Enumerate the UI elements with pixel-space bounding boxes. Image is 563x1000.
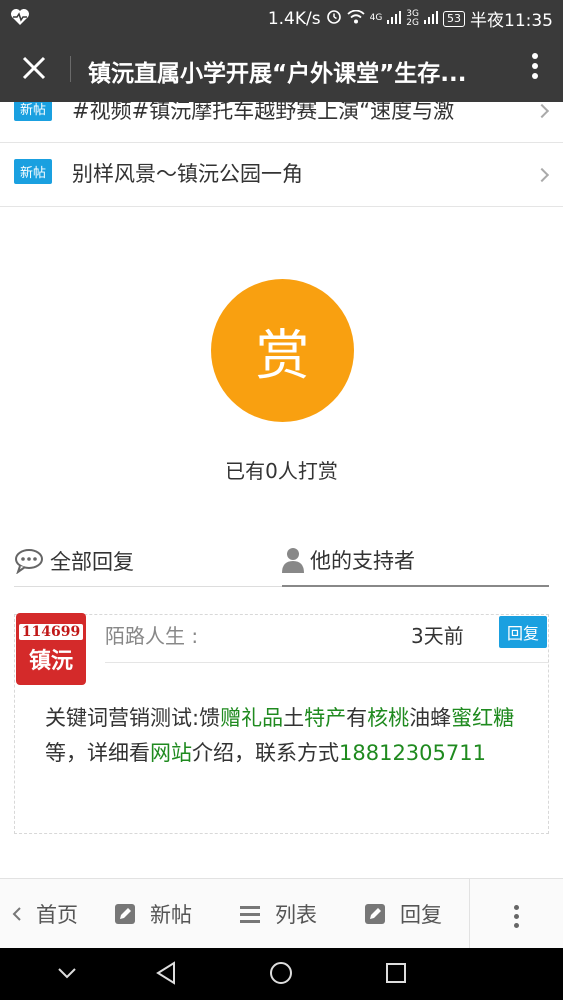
header-divider [70, 56, 71, 82]
content-link[interactable]: 网站 [150, 741, 192, 765]
chevron-right-icon [534, 167, 550, 183]
battery-icon: 53 [443, 10, 465, 27]
avatar[interactable]: 114699 镇沅 [16, 613, 86, 685]
content-link[interactable]: 蜜红糖 [451, 706, 514, 730]
home-icon[interactable] [268, 960, 294, 986]
new-post-tag: 新帖 [14, 102, 53, 121]
bottom-toolbar: 首页 新帖 列表 回复 [0, 878, 563, 949]
reply-content: 关键词营销测试:馈赠礼品土特产有核桃油蜂蜜红糖等，详细看网站介绍，联系方式188… [45, 701, 525, 771]
network-type-1: 4G [369, 13, 383, 23]
alarm-icon [326, 8, 342, 29]
avatar-number: 114699 [18, 623, 84, 640]
content-text: 有 [346, 706, 368, 730]
back-icon[interactable] [154, 960, 180, 986]
new-post-tag: 新帖 [14, 159, 53, 184]
close-button[interactable] [14, 48, 54, 88]
content-text: 介绍，联系方式 [192, 741, 339, 765]
toolbar-more-button[interactable] [469, 879, 563, 949]
tab-all-replies-label: 全部回复 [50, 550, 134, 574]
list-label: 列表 [275, 903, 317, 927]
comment-icon [15, 549, 43, 574]
signal-icon [387, 9, 402, 29]
reply-button[interactable]: 回复 [499, 616, 548, 648]
new-post-label: 新帖 [150, 903, 192, 927]
content-link[interactable]: 核桃 [367, 706, 409, 730]
tab-supporters[interactable]: 他的支持者 [282, 535, 549, 587]
user-icon [282, 548, 304, 573]
tab-supporters-label: 他的支持者 [310, 549, 415, 573]
home-label: 首页 [36, 903, 78, 927]
content-text: 油蜂 [409, 706, 452, 730]
related-post-item[interactable]: 新帖 别样风景～镇沅公园一角 [0, 143, 563, 207]
list-icon [240, 906, 260, 923]
health-icon [10, 8, 30, 31]
reward-count: 已有0人打赏 [225, 459, 338, 483]
chevron-right-icon [534, 103, 550, 119]
reply-tabs: 全部回复 他的支持者 [14, 535, 549, 587]
new-post-button[interactable]: 新帖 [114, 879, 192, 949]
content-text: 关键词营销测试:馈 [45, 706, 221, 730]
edit-icon [365, 904, 385, 924]
list-button[interactable]: 列表 [239, 879, 317, 949]
network-type-3: 2G [406, 17, 419, 28]
reply-timestamp: 3天前 [411, 624, 464, 648]
chevron-left-icon [12, 907, 21, 921]
avatar-name: 镇沅 [28, 647, 73, 674]
network-speed: 1.4K/s [267, 8, 321, 29]
related-post-item[interactable]: 新帖 #视频#镇沅摩托车越野赛上演“速度与激 [0, 102, 563, 143]
reply-username[interactable]: 陌路人生 : [105, 620, 198, 649]
reply-label: 回复 [400, 903, 442, 927]
card-divider [105, 662, 549, 663]
reward-button[interactable]: 赏 [211, 279, 354, 422]
signal-icon-2 [424, 9, 438, 29]
more-menu-button[interactable] [527, 50, 543, 86]
wifi-icon [347, 9, 365, 29]
reply-card: 114699 镇沅 陌路人生 : 3天前 回复 关键词营销测试:馈赠礼品土特产有… [14, 613, 549, 834]
close-icon [22, 56, 46, 80]
reply-toolbar-button[interactable]: 回复 [364, 879, 442, 949]
chevron-down-icon[interactable] [54, 960, 80, 986]
content-link[interactable]: 特产 [304, 706, 346, 730]
home-button[interactable]: 首页 [12, 879, 78, 949]
recents-icon[interactable] [383, 960, 409, 986]
system-nav-bar [0, 948, 563, 1000]
edit-icon [115, 904, 135, 924]
related-post-title: #视频#镇沅摩托车越野赛上演“速度与激 [72, 102, 455, 123]
related-post-title: 别样风景～镇沅公园一角 [72, 162, 303, 186]
tab-all-replies[interactable]: 全部回复 [14, 535, 134, 587]
content-text: 等，详细看 [45, 741, 150, 765]
page-title: 镇沅直属小学开展“户外课堂”生存... [88, 61, 467, 87]
content-link[interactable]: 赠礼品 [220, 706, 283, 730]
app-header: 镇沅直属小学开展“户外课堂”生存... [0, 34, 563, 102]
clock: 半夜11:35 [470, 11, 553, 31]
status-bar: 1.4K/s 4G 3G 2G 53 半夜11:35 [0, 0, 563, 34]
content-phone-link[interactable]: 18812305711 [339, 741, 486, 765]
content-text: 土 [283, 706, 305, 730]
